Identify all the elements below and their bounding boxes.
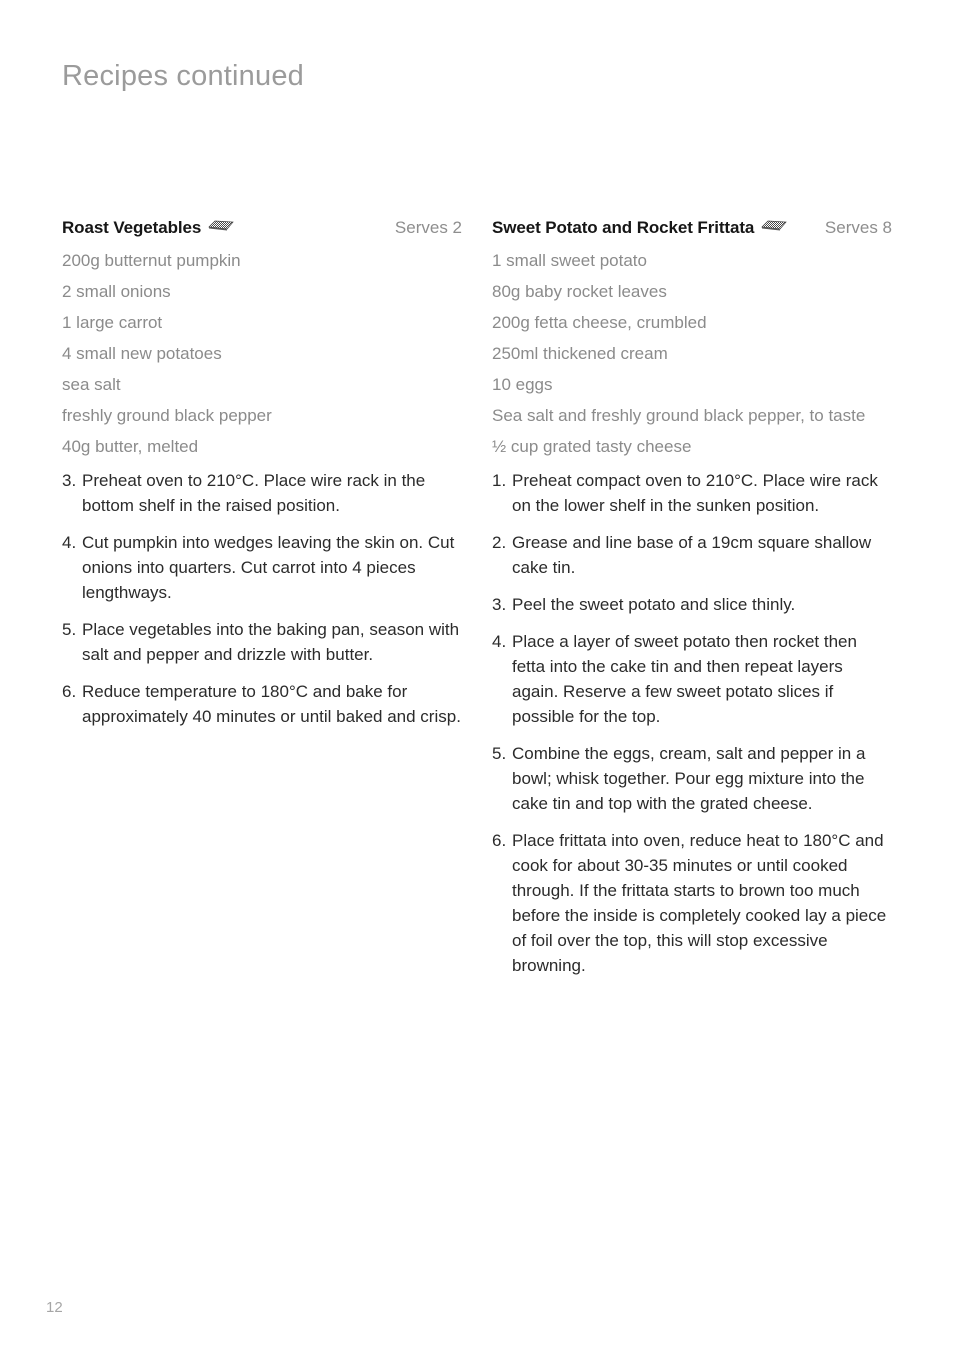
step-text: Cut pumpkin into wedges leaving the skin… <box>82 533 455 602</box>
serves-label: Serves 2 <box>394 218 462 237</box>
step-text: Combine the eggs, cream, salt and pepper… <box>512 744 866 813</box>
step-number: 6. <box>62 682 77 701</box>
ingredient-item: freshly ground black pepper <box>62 406 272 425</box>
step-number: 1. <box>492 471 507 490</box>
recipe-title: Roast Vegetables <box>62 218 202 237</box>
ingredient-item: ½ cup grated tasty cheese <box>492 437 692 456</box>
ingredient-item: 4 small new potatoes <box>62 344 222 363</box>
ingredient-item: 10 eggs <box>492 375 553 394</box>
step-text: Preheat oven to 210°C. Place wire rack i… <box>82 471 426 515</box>
recipe-columns: Roast Vegetables Serves 2 200g butternut… <box>0 218 954 990</box>
ingredient-item: Sea salt and freshly ground black pepper… <box>492 406 866 425</box>
step-number: 6. <box>492 831 507 850</box>
step-text: Preheat compact oven to 210°C. Place wir… <box>512 471 878 515</box>
step-item: 4. Cut pumpkin into wedges leaving the s… <box>62 530 462 605</box>
recipe-title: Sweet Potato and Rocket Frittata <box>492 218 755 237</box>
step-list: 1. Preheat compact oven to 210°C. Place … <box>492 468 892 978</box>
recipe-page: Recipes continued Roast Vegetables Serve… <box>0 0 954 1354</box>
ingredient-item: 40g butter, melted <box>62 437 199 456</box>
step-item: 5. Place vegetables into the baking pan,… <box>62 617 462 667</box>
step-item: 2. Grease and line base of a 19cm square… <box>492 530 892 580</box>
step-list: 3. Preheat oven to 210°C. Place wire rac… <box>62 468 462 729</box>
step-text: Peel the sweet potato and slice thinly. <box>512 595 796 614</box>
step-text: Place vegetables into the baking pan, se… <box>82 620 460 664</box>
step-number: 5. <box>62 620 77 639</box>
step-number: 3. <box>492 595 507 614</box>
step-item: 3. Peel the sweet potato and slice thinl… <box>492 592 892 617</box>
ingredient-item: 1 small sweet potato <box>492 251 647 270</box>
recipe-header: Roast Vegetables Serves 2 <box>62 218 462 238</box>
recipe-column-right: Sweet Potato and Rocket Frittata Serves … <box>492 218 892 990</box>
step-text: Reduce temperature to 180°C and bake for… <box>82 682 461 726</box>
step-text: Place a layer of sweet potato then rocke… <box>512 632 857 726</box>
step-item: 1. Preheat compact oven to 210°C. Place … <box>492 468 892 518</box>
page-number: 12 <box>46 1299 63 1316</box>
step-number: 5. <box>492 744 507 763</box>
step-number: 3. <box>62 471 77 490</box>
step-item: 5. Combine the eggs, cream, salt and pep… <box>492 741 892 816</box>
step-number: 2. <box>492 533 507 552</box>
ingredient-item: 2 small onions <box>62 282 171 301</box>
ingredient-item: sea salt <box>62 375 121 394</box>
ingredient-item: 80g baby rocket leaves <box>492 282 667 301</box>
step-number: 4. <box>62 533 77 552</box>
ingredient-item: 200g fetta cheese, crumbled <box>492 313 707 332</box>
step-text: Grease and line base of a 19cm square sh… <box>512 533 872 577</box>
page-title: Recipes continued <box>62 60 304 92</box>
baking-rack-icon <box>761 219 787 237</box>
ingredient-item: 250ml thickened cream <box>492 344 668 363</box>
ingredient-item: 1 large carrot <box>62 313 163 332</box>
recipe-header: Sweet Potato and Rocket Frittata Serves … <box>492 218 892 238</box>
serves-label: Serves 8 <box>824 218 892 237</box>
step-item: 6. Place frittata into oven, reduce heat… <box>492 828 892 978</box>
step-text: Place frittata into oven, reduce heat to… <box>512 831 887 975</box>
ingredient-item: 200g butternut pumpkin <box>62 251 241 270</box>
step-item: 6. Reduce temperature to 180°C and bake … <box>62 679 462 729</box>
step-number: 4. <box>492 632 507 651</box>
step-item: 4. Place a layer of sweet potato then ro… <box>492 629 892 729</box>
ingredient-list: 200g butternut pumpkin 2 small onions 1 … <box>62 245 462 462</box>
ingredient-list: 1 small sweet potato 80g baby rocket lea… <box>492 245 892 462</box>
step-item: 3. Preheat oven to 210°C. Place wire rac… <box>62 468 462 518</box>
recipe-column-left: Roast Vegetables Serves 2 200g butternut… <box>62 218 462 990</box>
baking-rack-icon <box>208 219 234 237</box>
